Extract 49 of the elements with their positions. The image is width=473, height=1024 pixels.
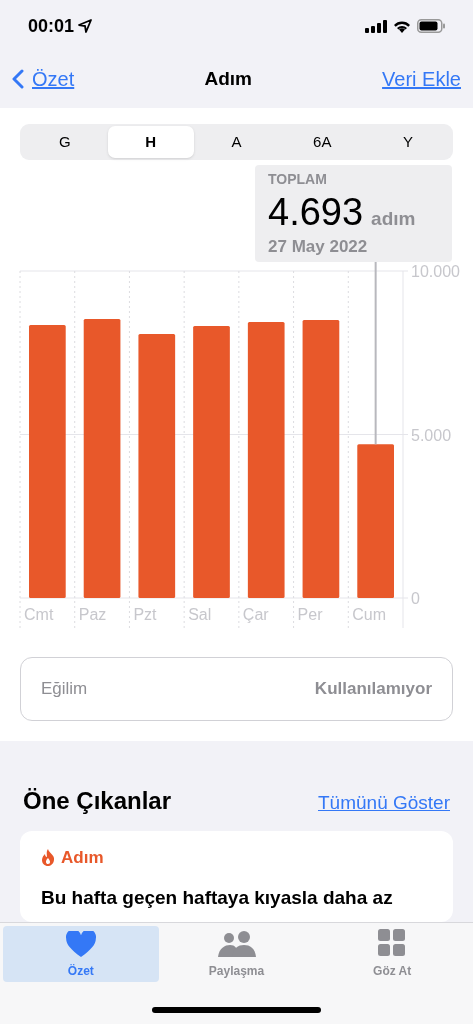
axis-label: Cum — [352, 606, 387, 623]
wifi-icon — [393, 19, 411, 33]
flame-icon — [41, 849, 55, 867]
trend-row[interactable]: Eğilim Kullanılamıyor — [20, 657, 453, 721]
bar[interactable] — [357, 444, 394, 598]
trend-label: Eğilim — [41, 678, 88, 701]
segment-tab[interactable]: H — [107, 126, 194, 158]
card-category: Adım — [61, 847, 104, 869]
axis-label: Pzt — [133, 606, 157, 623]
signal-icon — [365, 19, 387, 33]
location-icon — [78, 19, 93, 33]
status-time: 00:01 — [28, 14, 75, 38]
bar[interactable] — [302, 320, 340, 598]
axis-label: Per — [297, 606, 323, 623]
highlight-card[interactable]: Adım Bu hafta geçen haftaya kıyasla daha az — [20, 831, 453, 922]
axis-label: Paz — [78, 606, 107, 623]
tab-item[interactable]: Paylaşma — [158, 926, 315, 982]
battery-icon — [417, 19, 445, 33]
bar[interactable] — [83, 319, 121, 598]
tab-item[interactable]: Özet — [3, 926, 159, 982]
segment-tab[interactable]: Y — [365, 126, 451, 158]
summary-date: 27 May 2022 — [268, 236, 369, 258]
summary-unit: adım — [371, 207, 416, 231]
grid-icon — [378, 929, 407, 957]
section-title: Öne Çıkanlar — [23, 786, 172, 816]
summary-value: 4.693 — [268, 190, 364, 234]
chevron-left-icon — [12, 69, 24, 89]
axis-label: 10.000 — [411, 263, 460, 280]
axis-label: 0 — [411, 590, 420, 607]
back-button[interactable]: Özet — [12, 64, 75, 94]
add-data-link[interactable]: Veri Ekle — [382, 64, 461, 94]
segment-tab[interactable]: 6A — [279, 126, 366, 158]
trend-value: Kullanılamıyor — [314, 678, 432, 701]
heart-icon — [65, 931, 96, 957]
bar[interactable] — [247, 322, 285, 598]
people-icon — [216, 931, 257, 957]
segment-tab[interactable]: A — [193, 126, 280, 158]
axis-label: 5.000 — [411, 426, 452, 444]
axis-label: Sal — [188, 606, 212, 623]
bar[interactable] — [138, 334, 176, 598]
bar[interactable] — [29, 324, 66, 598]
summary-label: TOPLAM — [268, 170, 328, 189]
show-all-link[interactable]: Tümünü Göster — [318, 788, 450, 817]
segment-tab[interactable]: G — [22, 126, 108, 158]
axis-label: Çar — [242, 606, 269, 623]
card-text: Bu hafta geçen haftaya kıyasla daha az — [41, 885, 394, 910]
page-title: Adım — [204, 66, 252, 91]
axis-label: Cmt — [24, 606, 54, 623]
tab-item[interactable]: Göz At — [314, 926, 470, 982]
